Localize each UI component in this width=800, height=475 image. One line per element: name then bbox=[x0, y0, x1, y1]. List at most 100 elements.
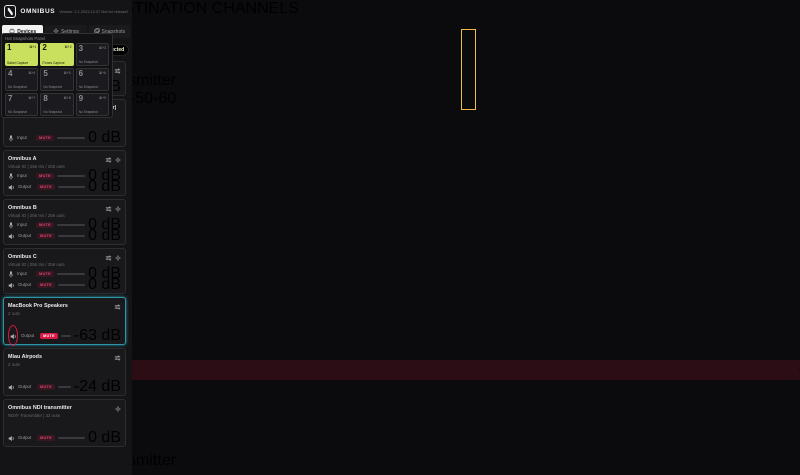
gear-icon[interactable] bbox=[115, 199, 121, 217]
snapshot-cell-3[interactable]: 3 ⌘+3 No Snapshot bbox=[76, 43, 109, 66]
slider-fill bbox=[57, 137, 84, 139]
mute-button[interactable]: MUTE bbox=[37, 184, 55, 190]
route-line-vertical bbox=[208, 0, 210, 257]
omnibus-window: OMNIBUS Version: 2.1.2023.12.07 Not for … bbox=[0, 0, 800, 475]
db-value: 0 dB bbox=[88, 178, 121, 196]
route-line-horizontal bbox=[0, 266, 247, 268]
db-value: 0 dB bbox=[88, 276, 121, 294]
selected-row-highlight bbox=[0, 312, 535, 325]
route-line-horizontal bbox=[0, 251, 184, 253]
gear-icon[interactable] bbox=[115, 399, 121, 417]
volume-slider[interactable] bbox=[58, 183, 85, 190]
io-label: Output bbox=[21, 333, 37, 338]
route-line-vertical bbox=[221, 0, 223, 260]
device-card-Omnibus A[interactable]: Omnibus AVirtual IO | 256 Ins / 256 outs… bbox=[3, 150, 126, 196]
speaker-icon bbox=[8, 276, 15, 294]
snapshot-label: No Snapshot bbox=[79, 110, 98, 114]
volume-slider[interactable] bbox=[57, 172, 85, 179]
snapshot-hotkey: ⌘+3 bbox=[99, 46, 106, 50]
db-value: -24 dB bbox=[74, 378, 121, 396]
mute-button[interactable]: MUTE bbox=[37, 384, 55, 390]
slider-fill bbox=[58, 284, 84, 286]
device-card-Omnibus NDI transmitter[interactable]: Omnibus NDI transmitterNDI® Transmitter … bbox=[3, 399, 126, 447]
route-line-vertical bbox=[132, 0, 134, 45]
snapshot-label: Safari Capture bbox=[7, 61, 28, 65]
snapshot-number: 6 bbox=[79, 69, 83, 78]
snapshot-label: No Snapshot bbox=[43, 110, 62, 114]
channel-strip-row: OutputMUTE-24 dB bbox=[8, 381, 121, 392]
snapshot-number: 5 bbox=[43, 69, 47, 78]
device-card-Miau Airpods[interactable]: Miau Airpods2 outsOutputMUTE-24 dB bbox=[3, 348, 126, 396]
snapshot-number: 3 bbox=[79, 44, 83, 53]
io-label: Output bbox=[18, 233, 34, 238]
snapshot-hotkey: ⌘+8 bbox=[63, 96, 70, 100]
snapshot-cell-1[interactable]: 1⌘+1Safari Capture bbox=[5, 43, 38, 66]
route-line-vertical bbox=[271, 0, 273, 273]
route-line-horizontal bbox=[0, 254, 197, 256]
channel-strip-row: OutputMUTE-63 dB bbox=[8, 330, 121, 341]
mute-button[interactable]: MUTE bbox=[36, 135, 54, 141]
selected-column-header-highlight bbox=[461, 29, 476, 110]
mute-button[interactable]: MUTE bbox=[37, 282, 55, 288]
snapshot-grid: 1⌘+1Safari Capture2⌘+2iTunes Capture 3 ⌘+3… bbox=[5, 43, 109, 116]
volume-slider[interactable] bbox=[58, 232, 85, 239]
snapshot-cell-8[interactable]: 8⌘+8No Snapshot bbox=[40, 93, 73, 116]
slider-fill bbox=[61, 335, 62, 337]
sliders-icon[interactable] bbox=[114, 348, 121, 366]
selected-crosspoint-cell[interactable] bbox=[330, 313, 341, 324]
snapshot-cell-9[interactable]: 9⌘+9No Snapshot bbox=[76, 93, 109, 116]
route-line-horizontal bbox=[0, 257, 210, 259]
slider-fill bbox=[58, 235, 84, 237]
channel-strip-row: OutputMUTE0 dB bbox=[8, 279, 121, 290]
device-card-Omnibus B[interactable]: Omnibus BVirtual IO | 256 Ins / 256 outs… bbox=[3, 199, 126, 245]
snapshot-label: No Snapshot bbox=[79, 85, 98, 89]
snapshot-cell-5[interactable]: 5⌘+5No Snapshot bbox=[40, 68, 73, 91]
volume-slider[interactable] bbox=[57, 221, 85, 228]
mic-icon bbox=[8, 129, 14, 147]
device-name: Omnibus NDI transmitter bbox=[8, 405, 72, 411]
io-label: Output bbox=[18, 384, 34, 389]
mute-button[interactable]: MUTE bbox=[37, 435, 55, 441]
snapshot-cell-2[interactable]: 2⌘+2iTunes Capture bbox=[40, 43, 73, 66]
route-line-vertical bbox=[233, 0, 235, 264]
gear-icon[interactable] bbox=[115, 150, 121, 168]
mute-button[interactable]: MUTE bbox=[36, 222, 54, 228]
mute-button[interactable]: MUTE bbox=[40, 333, 58, 339]
device-card-header: Omnibus A bbox=[8, 154, 121, 163]
sliders-icon[interactable] bbox=[105, 199, 112, 217]
snapshots-panel-title: Hot Snapshots Panel bbox=[5, 36, 109, 43]
snapshot-label: No Snapshot bbox=[43, 85, 62, 89]
volume-slider[interactable] bbox=[58, 383, 71, 390]
sliders-icon[interactable] bbox=[105, 150, 112, 168]
speaker-icon bbox=[8, 227, 15, 245]
speaker-icon bbox=[8, 429, 15, 447]
mute-button[interactable]: MUTE bbox=[37, 233, 55, 239]
volume-slider[interactable] bbox=[58, 281, 85, 288]
route-line-horizontal bbox=[0, 269, 260, 271]
snapshot-cell-6[interactable]: 6⌘+6No Snapshot bbox=[76, 68, 109, 91]
snapshot-hotkey: ⌘+9 bbox=[99, 96, 106, 100]
snapshot-cell-7[interactable]: 7⌘+7No Snapshot bbox=[5, 93, 38, 116]
io-label: Output bbox=[18, 435, 34, 440]
volume-slider[interactable] bbox=[57, 134, 85, 141]
app-title: OMNIBUS bbox=[20, 8, 55, 15]
snapshot-label: iTunes Capture bbox=[42, 61, 64, 65]
ruler-tick: -50 bbox=[130, 90, 153, 107]
device-card-header: Omnibus B bbox=[8, 203, 121, 212]
slider-fill bbox=[58, 386, 68, 388]
device-name: Omnibus A bbox=[8, 156, 37, 162]
snapshot-label: No Snapshot bbox=[79, 60, 98, 64]
db-value: 0 dB bbox=[88, 129, 121, 147]
volume-slider[interactable] bbox=[61, 332, 71, 339]
volume-slider[interactable] bbox=[58, 434, 85, 441]
mute-button[interactable]: MUTE bbox=[36, 173, 54, 179]
hot-snapshots-panel: Hot Snapshots Panel 1⌘+1Safari Capture2⌘… bbox=[1, 33, 113, 118]
route-line-vertical bbox=[259, 0, 261, 270]
io-label: Input bbox=[17, 222, 33, 227]
snapshot-cell-4[interactable]: 4⌘+4No Snapshot bbox=[5, 68, 38, 91]
channel-strip-row: InputMUTE0 dB bbox=[8, 132, 121, 143]
route-line-horizontal bbox=[0, 263, 235, 265]
route-line-vertical bbox=[94, 0, 96, 36]
snapshot-label: No Snapshot bbox=[8, 85, 27, 89]
speaker-icon bbox=[8, 378, 15, 396]
